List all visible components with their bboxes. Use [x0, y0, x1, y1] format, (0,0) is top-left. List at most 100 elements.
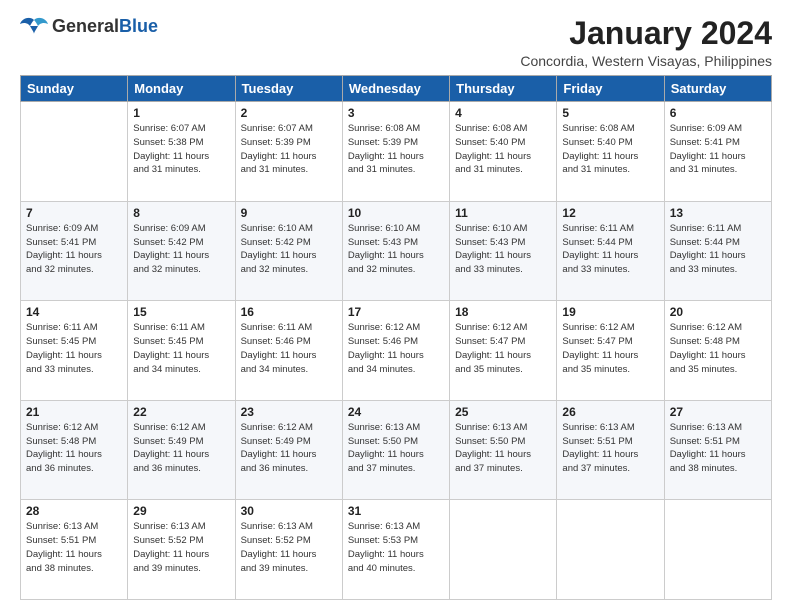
logo: GeneralBlue — [20, 16, 158, 38]
title-block: January 2024 Concordia, Western Visayas,… — [520, 16, 772, 69]
day-info: Sunrise: 6:13 AM Sunset: 5:52 PM Dayligh… — [133, 520, 229, 575]
day-info: Sunrise: 6:12 AM Sunset: 5:47 PM Dayligh… — [455, 321, 551, 376]
calendar-day-cell: 3 Sunrise: 6:08 AM Sunset: 5:39 PM Daylig… — [342, 102, 449, 202]
day-info: Sunrise: 6:13 AM Sunset: 5:51 PM Dayligh… — [562, 421, 658, 476]
day-number: 12 — [562, 206, 658, 220]
day-info: Sunrise: 6:11 AM Sunset: 5:44 PM Dayligh… — [562, 222, 658, 277]
day-number: 30 — [241, 504, 337, 518]
day-info: Sunrise: 6:11 AM Sunset: 5:46 PM Dayligh… — [241, 321, 337, 376]
day-number: 5 — [562, 106, 658, 120]
day-number: 31 — [348, 504, 444, 518]
calendar-day-cell — [21, 102, 128, 202]
calendar-day-cell: 27Sunrise: 6:13 AM Sunset: 5:51 PM Dayli… — [664, 400, 771, 500]
day-info: Sunrise: 6:07 AM Sunset: 5:38 PM Dayligh… — [133, 122, 229, 177]
day-info: Sunrise: 6:11 AM Sunset: 5:44 PM Dayligh… — [670, 222, 766, 277]
calendar-day-cell: 15 Sunrise: 6:11 AM Sunset: 5:45 PM Dayli… — [128, 301, 235, 401]
day-info: Sunrise: 6:08 AM Sunset: 5:39 PM Dayligh… — [348, 122, 444, 177]
calendar-day-cell: 31 Sunrise: 6:13 AM Sunset: 5:53 PM Dayli… — [342, 500, 449, 600]
calendar-day-header: Wednesday — [342, 76, 449, 102]
page: GeneralBlue January 2024 Concordia, West… — [0, 0, 792, 612]
calendar-day-cell: 30Sunrise: 6:13 AM Sunset: 5:52 PM Dayli… — [235, 500, 342, 600]
calendar-day-cell: 5 Sunrise: 6:08 AM Sunset: 5:40 PM Daylig… — [557, 102, 664, 202]
calendar-day-cell: 4 Sunrise: 6:08 AM Sunset: 5:40 PM Daylig… — [450, 102, 557, 202]
day-number: 2 — [241, 106, 337, 120]
day-info: Sunrise: 6:12 AM Sunset: 5:46 PM Dayligh… — [348, 321, 444, 376]
day-number: 19 — [562, 305, 658, 319]
day-info: Sunrise: 6:09 AM Sunset: 5:41 PM Dayligh… — [26, 222, 122, 277]
day-info: Sunrise: 6:11 AM Sunset: 5:45 PM Dayligh… — [133, 321, 229, 376]
calendar-day-cell: 19 Sunrise: 6:12 AM Sunset: 5:47 PM Dayli… — [557, 301, 664, 401]
day-info: Sunrise: 6:12 AM Sunset: 5:48 PM Dayligh… — [26, 421, 122, 476]
day-number: 20 — [670, 305, 766, 319]
day-number: 28 — [26, 504, 122, 518]
calendar-day-cell: 7 Sunrise: 6:09 AM Sunset: 5:41 PM Daylig… — [21, 201, 128, 301]
calendar-day-header: Monday — [128, 76, 235, 102]
day-number: 14 — [26, 305, 122, 319]
day-info: Sunrise: 6:12 AM Sunset: 5:47 PM Dayligh… — [562, 321, 658, 376]
calendar-week-row: 21 Sunrise: 6:12 AM Sunset: 5:48 PM Dayli… — [21, 400, 772, 500]
day-info: Sunrise: 6:07 AM Sunset: 5:39 PM Dayligh… — [241, 122, 337, 177]
day-number: 7 — [26, 206, 122, 220]
day-number: 6 — [670, 106, 766, 120]
calendar-day-header: Friday — [557, 76, 664, 102]
day-info: Sunrise: 6:10 AM Sunset: 5:42 PM Dayligh… — [241, 222, 337, 277]
day-info: Sunrise: 6:13 AM Sunset: 5:50 PM Dayligh… — [348, 421, 444, 476]
day-number: 10 — [348, 206, 444, 220]
day-number: 4 — [455, 106, 551, 120]
logo-bird-icon — [20, 16, 48, 38]
day-number: 8 — [133, 206, 229, 220]
day-info: Sunrise: 6:08 AM Sunset: 5:40 PM Dayligh… — [455, 122, 551, 177]
calendar-table: SundayMondayTuesdayWednesdayThursdayFrid… — [20, 75, 772, 600]
calendar-day-cell — [557, 500, 664, 600]
day-number: 24 — [348, 405, 444, 419]
day-info: Sunrise: 6:10 AM Sunset: 5:43 PM Dayligh… — [455, 222, 551, 277]
calendar-body: 1 Sunrise: 6:07 AM Sunset: 5:38 PM Daylig… — [21, 102, 772, 600]
calendar-week-row: 28Sunrise: 6:13 AM Sunset: 5:51 PM Dayli… — [21, 500, 772, 600]
day-info: Sunrise: 6:08 AM Sunset: 5:40 PM Dayligh… — [562, 122, 658, 177]
location: Concordia, Western Visayas, Philippines — [520, 53, 772, 69]
calendar-day-cell: 12 Sunrise: 6:11 AM Sunset: 5:44 PM Dayli… — [557, 201, 664, 301]
day-number: 15 — [133, 305, 229, 319]
calendar-day-cell: 28Sunrise: 6:13 AM Sunset: 5:51 PM Dayli… — [21, 500, 128, 600]
header: GeneralBlue January 2024 Concordia, West… — [20, 16, 772, 69]
day-info: Sunrise: 6:13 AM Sunset: 5:50 PM Dayligh… — [455, 421, 551, 476]
day-number: 1 — [133, 106, 229, 120]
day-info: Sunrise: 6:09 AM Sunset: 5:41 PM Dayligh… — [670, 122, 766, 177]
calendar-day-cell: 8Sunrise: 6:09 AM Sunset: 5:42 PM Daylig… — [128, 201, 235, 301]
month-title: January 2024 — [520, 16, 772, 51]
calendar-day-cell: 29Sunrise: 6:13 AM Sunset: 5:52 PM Dayli… — [128, 500, 235, 600]
day-info: Sunrise: 6:11 AM Sunset: 5:45 PM Dayligh… — [26, 321, 122, 376]
calendar-day-cell: 20Sunrise: 6:12 AM Sunset: 5:48 PM Dayli… — [664, 301, 771, 401]
calendar-day-cell: 16Sunrise: 6:11 AM Sunset: 5:46 PM Dayli… — [235, 301, 342, 401]
day-number: 26 — [562, 405, 658, 419]
day-info: Sunrise: 6:13 AM Sunset: 5:51 PM Dayligh… — [670, 421, 766, 476]
calendar-day-cell: 9 Sunrise: 6:10 AM Sunset: 5:42 PM Daylig… — [235, 201, 342, 301]
day-number: 18 — [455, 305, 551, 319]
day-number: 22 — [133, 405, 229, 419]
calendar-day-cell: 24 Sunrise: 6:13 AM Sunset: 5:50 PM Dayli… — [342, 400, 449, 500]
calendar-day-cell: 1 Sunrise: 6:07 AM Sunset: 5:38 PM Daylig… — [128, 102, 235, 202]
day-number: 25 — [455, 405, 551, 419]
calendar-day-header: Sunday — [21, 76, 128, 102]
day-info: Sunrise: 6:12 AM Sunset: 5:49 PM Dayligh… — [241, 421, 337, 476]
day-number: 3 — [348, 106, 444, 120]
calendar-day-cell — [664, 500, 771, 600]
calendar-header-row: SundayMondayTuesdayWednesdayThursdayFrid… — [21, 76, 772, 102]
calendar-day-header: Tuesday — [235, 76, 342, 102]
calendar-day-cell: 21 Sunrise: 6:12 AM Sunset: 5:48 PM Dayli… — [21, 400, 128, 500]
logo-text: GeneralBlue — [52, 17, 158, 37]
day-info: Sunrise: 6:13 AM Sunset: 5:53 PM Dayligh… — [348, 520, 444, 575]
calendar-day-cell: 17Sunrise: 6:12 AM Sunset: 5:46 PM Dayli… — [342, 301, 449, 401]
day-number: 21 — [26, 405, 122, 419]
calendar-week-row: 7 Sunrise: 6:09 AM Sunset: 5:41 PM Daylig… — [21, 201, 772, 301]
calendar-day-cell: 14 Sunrise: 6:11 AM Sunset: 5:45 PM Dayli… — [21, 301, 128, 401]
calendar-day-cell: 11Sunrise: 6:10 AM Sunset: 5:43 PM Dayli… — [450, 201, 557, 301]
day-info: Sunrise: 6:12 AM Sunset: 5:49 PM Dayligh… — [133, 421, 229, 476]
day-number: 9 — [241, 206, 337, 220]
calendar-day-cell: 26 Sunrise: 6:13 AM Sunset: 5:51 PM Dayli… — [557, 400, 664, 500]
calendar-day-header: Saturday — [664, 76, 771, 102]
calendar-day-cell: 23Sunrise: 6:12 AM Sunset: 5:49 PM Dayli… — [235, 400, 342, 500]
calendar-day-cell: 13Sunrise: 6:11 AM Sunset: 5:44 PM Dayli… — [664, 201, 771, 301]
day-info: Sunrise: 6:10 AM Sunset: 5:43 PM Dayligh… — [348, 222, 444, 277]
calendar-day-cell — [450, 500, 557, 600]
